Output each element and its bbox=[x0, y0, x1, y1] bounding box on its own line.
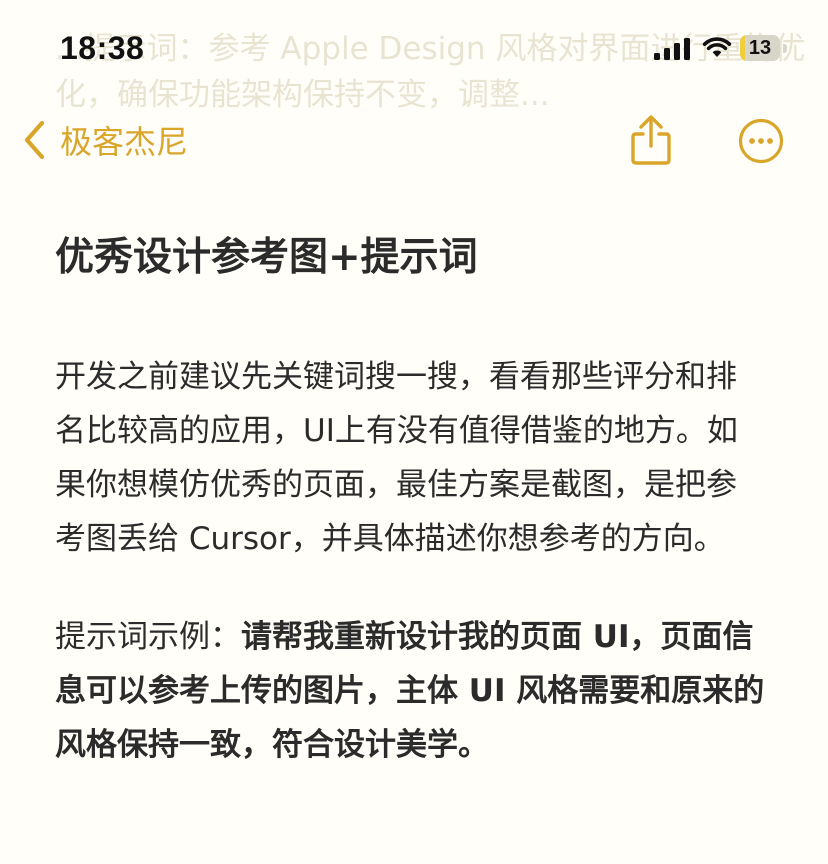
note-paragraph: 开发之前建议先关键词搜一搜，看看那些评分和排名比较高的应用，UI上有没有值得借鉴… bbox=[55, 359, 738, 557]
chevron-left-icon bbox=[24, 120, 45, 160]
share-icon[interactable] bbox=[628, 114, 674, 166]
note-content: 优秀设计参考图+提示词 开发之前建议先关键词搜一搜，看看那些评分和排名比较高的应… bbox=[55, 228, 765, 772]
more-icon[interactable] bbox=[737, 117, 785, 165]
battery-level: 13 bbox=[748, 37, 772, 59]
signal-icon bbox=[654, 38, 690, 60]
back-label: 极客杰尼 bbox=[60, 123, 189, 161]
navigation-bar: 极客杰尼 bbox=[0, 100, 828, 180]
prompt-label: 提示词示例： bbox=[55, 619, 241, 655]
status-bar: 18:38 13 bbox=[0, 0, 828, 96]
wifi-icon bbox=[702, 37, 732, 57]
prompt-example: 提示词示例：请帮我重新设计我的页面 UI，页面信息可以参考上传的图片，主体 UI… bbox=[55, 610, 765, 772]
status-time: 18:38 bbox=[60, 30, 145, 66]
back-button[interactable]: 极客杰尼 bbox=[22, 116, 188, 164]
note-title: 优秀设计参考图+提示词 bbox=[55, 235, 478, 280]
battery-icon: 13 bbox=[740, 35, 788, 63]
